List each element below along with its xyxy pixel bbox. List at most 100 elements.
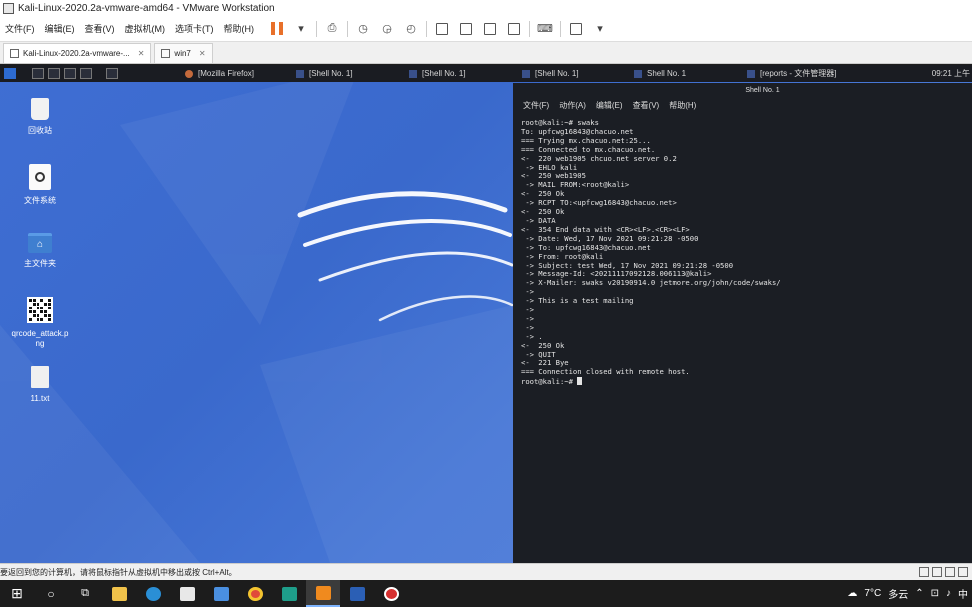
usb-icon[interactable] bbox=[945, 567, 955, 577]
vmware-status-bar: 要返回到您的计算机，请将鼠标指针从虚拟机中移出或按 Ctrl+Alt。 bbox=[0, 563, 972, 580]
word-icon[interactable] bbox=[340, 580, 374, 607]
desktop-icon-label: qrcode_attack.png bbox=[11, 329, 69, 348]
tab-kali-label: Kali-Linux-2020.2a-vmware-... bbox=[23, 49, 130, 58]
terminal-menu-file[interactable]: 文件(F) bbox=[523, 100, 549, 111]
revert-snapshot-icon[interactable]: ◶ bbox=[379, 21, 395, 37]
network-tray-icon[interactable]: ⊡ bbox=[931, 588, 939, 599]
terminal-line: -> X-Mailer: swaks v20190914.0 jetmore.o… bbox=[521, 278, 781, 288]
weather-text[interactable]: 多云 bbox=[888, 586, 908, 601]
thumbnail-bar-icon[interactable] bbox=[458, 21, 474, 37]
terminal-line: -> bbox=[521, 305, 534, 315]
menu-vm[interactable]: 虚拟机(M) bbox=[120, 22, 171, 35]
sound-icon[interactable] bbox=[958, 567, 968, 577]
menu-help[interactable]: 帮助(H) bbox=[219, 22, 260, 35]
search-icon[interactable]: ○ bbox=[34, 580, 68, 607]
ime-indicator[interactable]: 中 bbox=[958, 586, 968, 601]
tray-overflow-icon[interactable]: ⌃ bbox=[915, 588, 923, 599]
dropdown-arrow-icon[interactable]: ▾ bbox=[293, 21, 309, 37]
vmware-logo-icon bbox=[3, 2, 14, 14]
menu-tabs[interactable]: 选项卡(T) bbox=[170, 22, 219, 35]
menu-file[interactable]: 文件(F) bbox=[0, 22, 40, 35]
edge-icon[interactable] bbox=[136, 580, 170, 607]
tab-win7[interactable]: win7 ✕ bbox=[154, 43, 213, 63]
stretch-dropdown-icon[interactable]: ▾ bbox=[592, 21, 608, 37]
show-desktop-icon[interactable] bbox=[106, 68, 118, 79]
pause-icon[interactable] bbox=[269, 21, 285, 37]
terminal-line: -> This is a test mailing bbox=[521, 296, 634, 306]
fullscreen-icon[interactable] bbox=[482, 21, 498, 37]
desktop-icon-filesystem[interactable]: 文件系统 bbox=[10, 164, 70, 206]
weather-icon[interactable]: ☁ bbox=[847, 588, 857, 599]
terminal-menu-view[interactable]: 查看(V) bbox=[633, 100, 660, 111]
system-tray: ☁ 7°C 多云 ⌃ ⊡ ♪ 中 bbox=[840, 580, 968, 607]
close-icon[interactable]: ✕ bbox=[199, 49, 206, 58]
terminal-menu-help[interactable]: 帮助(H) bbox=[669, 100, 696, 111]
vmware-menu-bar: 文件(F) 编辑(E) 查看(V) 虚拟机(M) 选项卡(T) 帮助(H) ▾ … bbox=[0, 16, 972, 42]
snapshot-icon[interactable]: ◷ bbox=[355, 21, 371, 37]
vm-icon bbox=[161, 49, 171, 58]
panel-task-file-manager[interactable]: [reports - 文件管理器] bbox=[747, 67, 836, 80]
terminal-menu-bar: 文件(F) 动作(A) 编辑(E) 查看(V) 帮助(H) bbox=[513, 97, 972, 113]
hard-disk-icon[interactable] bbox=[919, 567, 929, 577]
vmware-icon[interactable] bbox=[306, 580, 340, 607]
browser-icon[interactable] bbox=[80, 68, 92, 79]
terminal-line: -> QUIT bbox=[521, 349, 556, 359]
menu-edit[interactable]: 编辑(E) bbox=[40, 22, 80, 35]
desktop-icon-label: 主文件夹 bbox=[24, 259, 56, 268]
task-view-icon[interactable]: ⧉ bbox=[68, 580, 102, 607]
vmware-title-bar: Kali-Linux-2020.2a-vmware-amd64 - VMware… bbox=[0, 0, 972, 16]
panel-task-shell[interactable]: [Shell No. 1] bbox=[522, 67, 579, 80]
terminal-window[interactable]: Shell No. 1 文件(F) 动作(A) 编辑(E) 查看(V) 帮助(H… bbox=[513, 83, 972, 563]
chrome-icon[interactable] bbox=[238, 580, 272, 607]
tab-win7-label: win7 bbox=[174, 49, 191, 58]
panel-task-shell-active[interactable]: Shell No. 1 bbox=[634, 67, 686, 80]
store-icon[interactable] bbox=[170, 580, 204, 607]
vmware-toolbar: ▾ ⎙ ◷ ◶ ◴ ⌨ ▾ bbox=[265, 20, 612, 37]
panel-task-shell[interactable]: [Shell No. 1] bbox=[296, 67, 353, 80]
menu-view[interactable]: 查看(V) bbox=[80, 22, 120, 35]
desktop-icon-home[interactable]: ⌂ 主文件夹 bbox=[10, 233, 70, 269]
tab-kali[interactable]: Kali-Linux-2020.2a-vmware-... ✕ bbox=[3, 43, 152, 63]
stretch-guest-icon[interactable] bbox=[568, 21, 584, 37]
vm-tab-bar: Kali-Linux-2020.2a-vmware-... ✕ win7 ✕ bbox=[0, 42, 972, 64]
desktop-icon-trash[interactable]: 回收站 bbox=[10, 98, 70, 136]
guest-screen[interactable]: [Mozilla Firefox] [Shell No. 1] [Shell N… bbox=[0, 65, 972, 563]
temperature[interactable]: 7°C bbox=[864, 588, 881, 599]
network-icon[interactable] bbox=[932, 567, 942, 577]
panel-task-shell[interactable]: [Shell No. 1] bbox=[409, 67, 466, 80]
terminal-line: === Connection closed with remote host. bbox=[521, 367, 690, 377]
close-icon[interactable]: ✕ bbox=[138, 49, 145, 58]
windows-taskbar: ⊞ ○ ⧉ ☁ 7°C 多云 ⌃ ⊡ ♪ 中 bbox=[0, 580, 972, 607]
recorder-icon[interactable] bbox=[374, 580, 408, 607]
kali-menu-icon[interactable] bbox=[4, 68, 16, 79]
panel-task-firefox[interactable]: [Mozilla Firefox] bbox=[185, 67, 254, 80]
terminal-output[interactable]: root@kali:~# swaks To: upfcwg16843@chacuo… bbox=[513, 113, 972, 387]
terminal-app-icon[interactable] bbox=[272, 580, 306, 607]
unity-icon[interactable] bbox=[506, 21, 522, 37]
desktop-icon-qrcode[interactable]: qrcode_attack.png bbox=[10, 297, 70, 349]
trash-icon bbox=[31, 98, 49, 120]
send-ctrl-alt-del-icon[interactable]: ⎙ bbox=[324, 21, 340, 37]
terminal-line: <- 250 Ok bbox=[521, 207, 565, 217]
mail-icon[interactable] bbox=[204, 580, 238, 607]
desktop-icon-label: 回收站 bbox=[28, 126, 52, 135]
file-manager-icon[interactable] bbox=[48, 68, 60, 79]
terminal-line: <- 250 Ok bbox=[521, 340, 565, 350]
terminal-menu-actions[interactable]: 动作(A) bbox=[559, 100, 586, 111]
terminal-line: -> . bbox=[521, 331, 543, 341]
volume-icon[interactable]: ♪ bbox=[946, 588, 951, 599]
snapshot-manager-icon[interactable]: ◴ bbox=[403, 21, 419, 37]
sidebar-toggle-icon[interactable] bbox=[434, 21, 450, 37]
console-view-icon[interactable]: ⌨ bbox=[537, 21, 553, 37]
file-explorer-icon[interactable] bbox=[102, 580, 136, 607]
terminal-line: -> bbox=[521, 322, 534, 332]
terminal-menu-edit[interactable]: 编辑(E) bbox=[596, 100, 623, 111]
workspace-icon[interactable] bbox=[32, 68, 44, 79]
terminal-line: -> MAIL FROM:<root@kali> bbox=[521, 180, 630, 190]
terminal-title: Shell No. 1 bbox=[745, 86, 780, 94]
panel-clock[interactable]: 09:21 上午 bbox=[932, 68, 970, 79]
home-folder-icon: ⌂ bbox=[28, 233, 52, 253]
start-icon[interactable]: ⊞ bbox=[0, 580, 34, 607]
desktop-icon-textfile[interactable]: 11.txt bbox=[10, 366, 70, 404]
terminal-icon[interactable] bbox=[64, 68, 76, 79]
